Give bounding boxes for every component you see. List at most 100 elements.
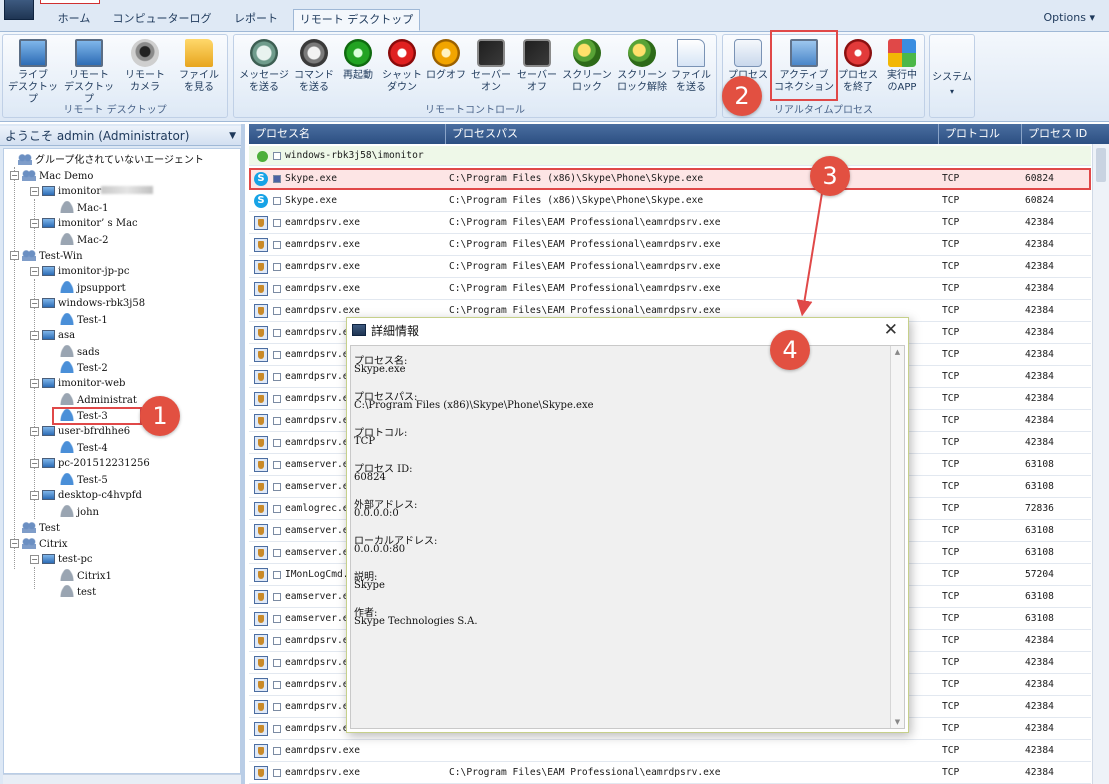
row-checkbox[interactable] bbox=[273, 637, 281, 645]
tree-node-test[interactable]: Test bbox=[22, 521, 60, 535]
collapse-toggle[interactable]: − bbox=[10, 539, 19, 548]
column-header-protocol[interactable]: プロトコル bbox=[938, 124, 1021, 144]
row-checkbox[interactable] bbox=[273, 373, 281, 381]
column-header-process-name[interactable]: プロセス名 bbox=[249, 124, 445, 144]
table-row[interactable]: eamrdpsrv.exe C:\Program Files\EAM Profes… bbox=[249, 762, 1091, 784]
tree-node-computer[interactable]: pc-201512231256 bbox=[42, 457, 150, 471]
tree-node-user[interactable]: Test-5 bbox=[60, 473, 108, 487]
tree-node-computer[interactable]: imonitor-web bbox=[42, 377, 125, 391]
row-checkbox[interactable] bbox=[273, 351, 281, 359]
screen-lock-button[interactable]: スクリーン ロック bbox=[559, 39, 615, 103]
dialog-vertical-scrollbar[interactable]: ▲ ▼ bbox=[890, 346, 904, 728]
row-checkbox[interactable] bbox=[273, 285, 281, 293]
row-checkbox[interactable] bbox=[273, 263, 281, 271]
close-icon[interactable]: ✕ bbox=[884, 320, 898, 340]
tree-node-user[interactable]: Test-4 bbox=[60, 441, 108, 455]
collapse-toggle[interactable]: − bbox=[10, 251, 19, 260]
table-row-selected[interactable]: Skype.exe C:\Program Files (x86)\Skype\Ph… bbox=[249, 168, 1091, 190]
collapse-toggle[interactable]: − bbox=[30, 299, 39, 308]
tree-node-ungrouped[interactable]: グループ化されていないエージェント bbox=[18, 153, 204, 167]
tree-node-user[interactable]: Mac-2 bbox=[60, 233, 109, 247]
view-files-button[interactable]: ファイル を見る bbox=[171, 39, 227, 103]
row-checkbox[interactable] bbox=[273, 241, 281, 249]
tree-node-user[interactable]: sads bbox=[60, 345, 100, 359]
row-checkbox[interactable] bbox=[273, 439, 281, 447]
table-row[interactable]: eamrdpsrv.exe TCP 42384 bbox=[249, 740, 1091, 762]
tree-node-computer[interactable]: imonitor-jp-pc bbox=[42, 265, 129, 279]
tree-node-test-win[interactable]: Test-Win bbox=[22, 249, 83, 263]
row-checkbox[interactable] bbox=[273, 703, 281, 711]
scrollbar-thumb[interactable] bbox=[1096, 148, 1106, 182]
remote-desktop-button[interactable]: リモート デスクトップ bbox=[61, 39, 117, 105]
send-file-button[interactable]: ファイル を送る bbox=[663, 39, 719, 103]
tree-node-computer[interactable]: windows-rbk3j58 bbox=[42, 297, 145, 311]
collapse-toggle[interactable]: − bbox=[30, 491, 39, 500]
tree-node-user[interactable]: john bbox=[60, 505, 99, 519]
welcome-header[interactable]: ようこそ admin (Administrator) ▼ bbox=[0, 126, 241, 146]
row-checkbox[interactable] bbox=[273, 747, 281, 755]
row-checkbox[interactable] bbox=[273, 681, 281, 689]
row-checkbox[interactable] bbox=[273, 659, 281, 667]
tree-node-user[interactable]: Test-1 bbox=[60, 313, 108, 327]
collapse-toggle[interactable]: − bbox=[10, 171, 19, 180]
dialog-title-bar[interactable]: 詳細情報 ✕ bbox=[347, 318, 908, 344]
row-checkbox[interactable] bbox=[273, 197, 281, 205]
collapse-toggle[interactable]: − bbox=[30, 267, 39, 276]
options-menu[interactable]: Options ▾ bbox=[1044, 11, 1095, 24]
row-checkbox[interactable] bbox=[273, 395, 281, 403]
row-checkbox[interactable] bbox=[273, 417, 281, 425]
table-row[interactable]: eamrdpsrv.exe C:\Program Files\EAM Profes… bbox=[249, 234, 1091, 256]
tab-computer-log[interactable]: コンピューターログ bbox=[104, 9, 220, 31]
collapse-toggle[interactable]: − bbox=[30, 219, 39, 228]
tree-node-computer[interactable]: imonitor’ s Mac bbox=[42, 217, 138, 231]
tab-remote-desktop[interactable]: リモート デスクトップ bbox=[293, 9, 420, 31]
row-checkbox[interactable] bbox=[273, 505, 281, 513]
row-checkbox[interactable] bbox=[273, 615, 281, 623]
tree-node-user[interactable]: test bbox=[60, 585, 96, 599]
collapse-toggle[interactable]: − bbox=[30, 187, 39, 196]
remote-camera-button[interactable]: リモート カメラ bbox=[117, 39, 173, 103]
row-checkbox[interactable] bbox=[273, 152, 281, 160]
tree-node-user[interactable]: Test-2 bbox=[60, 361, 108, 375]
tree-node-user-selected[interactable]: Test-3 bbox=[60, 409, 108, 423]
scroll-down-icon[interactable]: ▼ bbox=[891, 718, 904, 726]
dialog-details-text[interactable]: プロセス名: Skype.exe プロセスパス: C:\Program Files (… bbox=[350, 345, 905, 729]
table-row[interactable]: Skype.exe C:\Program Files (x86)\Skype\Ph… bbox=[249, 190, 1091, 212]
live-desktop-button[interactable]: ライブ デスクトップ bbox=[5, 39, 61, 105]
tree-node-user[interactable]: Citrix1 bbox=[60, 569, 112, 583]
screen-unlock-button[interactable]: スクリーン ロック解除 bbox=[614, 39, 670, 103]
scroll-up-icon[interactable]: ▲ bbox=[891, 348, 904, 356]
screensaver-off-button[interactable]: セーバー オフ bbox=[509, 39, 565, 103]
tab-home[interactable]: ホーム bbox=[44, 9, 104, 31]
tree-node-user[interactable]: Administrat bbox=[60, 393, 137, 407]
row-checkbox[interactable] bbox=[273, 549, 281, 557]
row-checkbox[interactable] bbox=[273, 329, 281, 337]
group-row[interactable]: windows-rbk3j58\imonitor bbox=[249, 146, 1091, 166]
row-checkbox[interactable] bbox=[273, 219, 281, 227]
tree-node-user[interactable]: jpsupport bbox=[60, 281, 126, 295]
tree-node-computer[interactable]: desktop-c4hvpfd bbox=[42, 489, 142, 503]
row-checkbox[interactable] bbox=[273, 769, 281, 777]
tab-report[interactable]: レポート bbox=[222, 9, 290, 31]
table-row[interactable]: eamrdpsrv.exe C:\Program Files\EAM Profes… bbox=[249, 212, 1091, 234]
tree-node-mac-demo[interactable]: Mac Demo bbox=[22, 169, 93, 183]
column-header-process-path[interactable]: プロセスパス bbox=[445, 124, 938, 144]
tree-node-citrix[interactable]: Citrix bbox=[22, 537, 68, 551]
column-header-process-id[interactable]: プロセス ID bbox=[1021, 124, 1109, 144]
active-connection-button[interactable]: アクティブ コネクション bbox=[773, 39, 835, 103]
table-row[interactable]: eamrdpsrv.exe C:\Program Files\EAM Profes… bbox=[249, 278, 1091, 300]
collapse-toggle[interactable]: − bbox=[30, 555, 39, 564]
send-message-button[interactable]: メッセージ を送る bbox=[236, 39, 292, 103]
tree-horizontal-scrollbar[interactable] bbox=[3, 774, 241, 784]
tree-node-user[interactable]: Mac-1 bbox=[60, 201, 109, 215]
row-checkbox[interactable] bbox=[273, 461, 281, 469]
tree-node-computer[interactable]: imonitor bbox=[42, 185, 154, 199]
process-list-vertical-scrollbar[interactable] bbox=[1092, 144, 1109, 784]
table-row[interactable]: eamrdpsrv.exe C:\Program Files\EAM Profes… bbox=[249, 256, 1091, 278]
collapse-toggle[interactable]: − bbox=[30, 331, 39, 340]
row-checkbox[interactable] bbox=[273, 483, 281, 491]
collapse-toggle[interactable]: − bbox=[30, 427, 39, 436]
running-apps-button[interactable]: 実行中 のAPP bbox=[879, 39, 925, 103]
collapse-toggle[interactable]: − bbox=[30, 379, 39, 388]
kill-process-button[interactable]: プロセス を終了 bbox=[835, 39, 881, 103]
